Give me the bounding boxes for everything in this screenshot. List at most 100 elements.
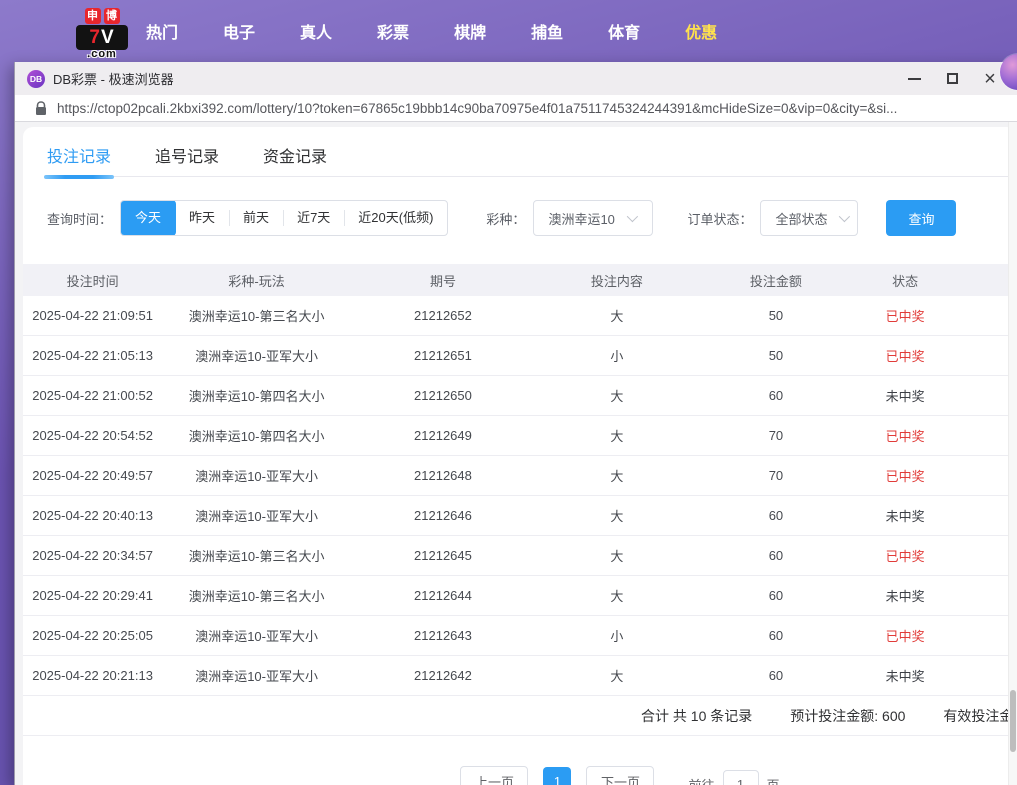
cell-issue: 21212646 xyxy=(351,508,535,523)
address-bar[interactable]: https://ctop02pcali.2kbxi392.com/lottery… xyxy=(15,95,1017,122)
table-row: 2025-04-22 20:21:13澳洲幸运10-亚军大小21212642大6… xyxy=(23,656,1017,696)
tab-fund-records[interactable]: 资金记录 xyxy=(263,143,327,177)
bet-records-table: 投注时间 彩种-玩法 期号 投注内容 投注金额 状态 2025-04-22 21… xyxy=(23,264,1017,696)
next-page-button[interactable]: 下一页 xyxy=(586,766,654,785)
cell-time: 2025-04-22 21:09:51 xyxy=(23,308,162,323)
cell-content: 大 xyxy=(535,666,699,685)
record-tabs: 投注记录 追号记录 资金记录 xyxy=(47,139,1017,177)
nav-item-sports[interactable]: 体育 xyxy=(602,15,646,47)
time-option-yesterday[interactable]: 昨天 xyxy=(175,201,229,235)
table-row: 2025-04-22 20:54:52澳洲幸运10-第四名大小21212649大… xyxy=(23,416,1017,456)
header-issue: 期号 xyxy=(351,271,535,290)
window-titlebar[interactable]: DB DB彩票 - 极速浏览器 × xyxy=(15,62,1017,95)
site-navbar: 申 博 7V .com 热门 电子 真人 彩票 棋牌 捕鱼 体育 优惠 xyxy=(0,0,1017,62)
logo-badge: 博 xyxy=(104,8,120,24)
nav-item-chess[interactable]: 棋牌 xyxy=(448,15,492,47)
cell-issue: 21212645 xyxy=(351,548,535,563)
summary-valid-amount: 有效投注金额 xyxy=(943,706,1017,726)
nav-item-hot[interactable]: 热门 xyxy=(140,15,184,47)
cell-issue: 21212648 xyxy=(351,468,535,483)
time-range-group: 今天 昨天 前天 近7天 近20天(低频) xyxy=(120,200,448,236)
cell-game: 澳洲幸运10-第三名大小 xyxy=(162,306,351,325)
minimize-button[interactable] xyxy=(895,62,933,95)
table-row: 2025-04-22 20:34:57澳洲幸运10-第三名大小21212645大… xyxy=(23,536,1017,576)
cell-amount: 60 xyxy=(699,548,853,563)
vertical-scrollbar xyxy=(1008,122,1017,785)
header-bet-content: 投注内容 xyxy=(535,271,699,290)
cell-content: 大 xyxy=(535,386,699,405)
cell-amount: 60 xyxy=(699,628,853,643)
cell-game: 澳洲幸运10-第四名大小 xyxy=(162,426,351,445)
current-page-button[interactable]: 1 xyxy=(543,767,571,785)
site-logo[interactable]: 申 博 7V .com xyxy=(75,8,129,60)
cell-content: 大 xyxy=(535,506,699,525)
cell-amount: 50 xyxy=(699,308,853,323)
cell-time: 2025-04-22 21:00:52 xyxy=(23,388,162,403)
cell-game: 澳洲幸运10-亚军大小 xyxy=(162,466,351,485)
logo-brand: 7V xyxy=(76,25,128,50)
cell-status: 已中奖 xyxy=(853,546,957,565)
url-text: https://ctop02pcali.2kbxi392.com/lottery… xyxy=(57,101,897,116)
cell-amount: 70 xyxy=(699,428,853,443)
query-button[interactable]: 查询 xyxy=(886,200,956,236)
cell-time: 2025-04-22 20:21:13 xyxy=(23,668,162,683)
time-option-day-before[interactable]: 前天 xyxy=(229,201,283,235)
cell-issue: 21212643 xyxy=(351,628,535,643)
header-status: 状态 xyxy=(853,271,957,290)
cell-game: 澳洲幸运10-第四名大小 xyxy=(162,386,351,405)
filter-bar: 查询时间： 今天 昨天 前天 近7天 近20天(低频) 彩种： 澳洲幸运10 订… xyxy=(47,200,1017,236)
cell-status: 未中奖 xyxy=(853,386,957,405)
cell-status: 已中奖 xyxy=(853,346,957,365)
time-filter-label: 查询时间： xyxy=(47,209,112,228)
summary-row: 合计 共 10 条记录 预计投注金额: 600 有效投注金额 xyxy=(23,696,1017,736)
cell-status: 未中奖 xyxy=(853,506,957,525)
minimize-icon xyxy=(908,78,921,80)
cell-content: 大 xyxy=(535,306,699,325)
chevron-down-icon xyxy=(627,211,638,222)
table-row: 2025-04-22 20:25:05澳洲幸运10-亚军大小21212643小6… xyxy=(23,616,1017,656)
records-panel: 投注记录 追号记录 资金记录 查询时间： 今天 昨天 前天 近7天 近20天(低… xyxy=(23,127,1017,785)
cell-time: 2025-04-22 20:29:41 xyxy=(23,588,162,603)
nav-item-lottery[interactable]: 彩票 xyxy=(371,15,415,47)
goto-page-input[interactable] xyxy=(723,770,759,785)
cell-time: 2025-04-22 20:54:52 xyxy=(23,428,162,443)
cell-status: 未中奖 xyxy=(853,666,957,685)
lottery-select[interactable]: 澳洲幸运10 xyxy=(533,200,653,236)
prev-page-button[interactable]: 上一页 xyxy=(460,766,528,785)
cell-game: 澳洲幸运10-亚军大小 xyxy=(162,506,351,525)
table-row: 2025-04-22 20:29:41澳洲幸运10-第三名大小21212644大… xyxy=(23,576,1017,616)
tab-bet-records[interactable]: 投注记录 xyxy=(47,143,111,177)
cell-amount: 70 xyxy=(699,468,853,483)
cell-time: 2025-04-22 20:25:05 xyxy=(23,628,162,643)
cell-game: 澳洲幸运10-亚军大小 xyxy=(162,666,351,685)
logo-badges: 申 博 xyxy=(75,8,129,24)
nav-item-electronic[interactable]: 电子 xyxy=(217,15,261,47)
header-game-play: 彩种-玩法 xyxy=(162,271,351,290)
header-bet-amount: 投注金额 xyxy=(699,271,853,290)
table-row: 2025-04-22 21:00:52澳洲幸运10-第四名大小21212650大… xyxy=(23,376,1017,416)
nav-item-live[interactable]: 真人 xyxy=(294,15,338,47)
cell-amount: 60 xyxy=(699,588,853,603)
time-option-7days[interactable]: 近7天 xyxy=(283,201,344,235)
cell-time: 2025-04-22 20:40:13 xyxy=(23,508,162,523)
order-status-select[interactable]: 全部状态 xyxy=(760,200,858,236)
nav-item-promo[interactable]: 优惠 xyxy=(679,15,723,47)
lottery-select-value: 澳洲幸运10 xyxy=(548,209,614,228)
tab-chase-records[interactable]: 追号记录 xyxy=(155,143,219,177)
main-menu: 热门 电子 真人 彩票 棋牌 捕鱼 体育 优惠 xyxy=(140,0,723,62)
time-option-20days[interactable]: 近20天(低频) xyxy=(344,201,447,235)
nav-item-fishing[interactable]: 捕鱼 xyxy=(525,15,569,47)
cell-time: 2025-04-22 20:49:57 xyxy=(23,468,162,483)
browser-favicon: DB xyxy=(27,70,45,88)
scrollbar-thumb[interactable] xyxy=(1010,690,1016,752)
window-controls: × xyxy=(895,62,1009,95)
cell-content: 小 xyxy=(535,346,699,365)
cell-content: 大 xyxy=(535,586,699,605)
table-row: 2025-04-22 21:05:13澳洲幸运10-亚军大小21212651小5… xyxy=(23,336,1017,376)
status-filter-label: 订单状态： xyxy=(687,209,752,228)
logo-badge: 申 xyxy=(85,8,101,24)
maximize-button[interactable] xyxy=(933,62,971,95)
cell-issue: 21212650 xyxy=(351,388,535,403)
time-option-today[interactable]: 今天 xyxy=(120,200,176,236)
cell-issue: 21212649 xyxy=(351,428,535,443)
